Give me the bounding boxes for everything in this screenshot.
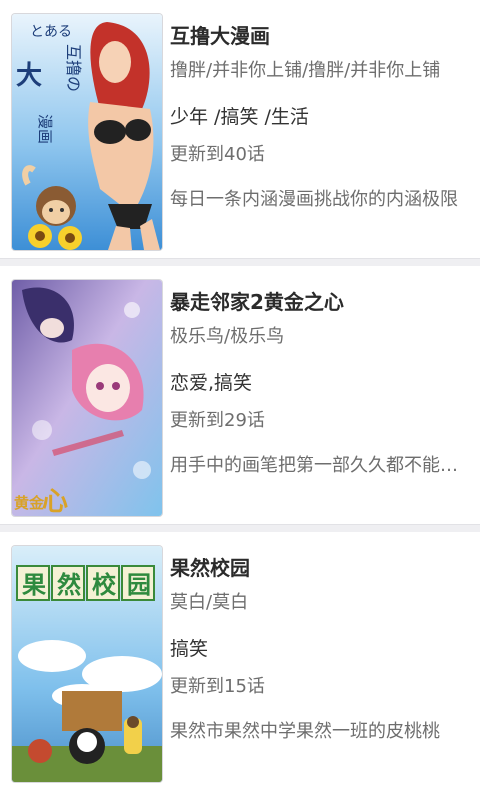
comic-description: 果然市果然中学果然一班的皮桃桃 — [170, 721, 440, 742]
cover-title-text: 果 — [22, 571, 46, 599]
comic-tags: 恋爱,搞笑 — [170, 372, 253, 394]
cover-title-text: 校 — [92, 571, 117, 599]
cover-title-text: 大 — [16, 61, 42, 91]
cover-title-text: 漫画 — [36, 114, 54, 144]
comic-cover[interactable]: 果 然 校 园 — [12, 546, 162, 782]
comic-cover[interactable]: とある 互撸の 大 漫画 — [12, 14, 162, 250]
cover-title-text: とある — [30, 24, 72, 40]
comic-list: とある 互撸の 大 漫画 互撸大漫画 撸胖/并非你上铺/撸胖/并非你上铺 少年 … — [0, 0, 480, 800]
cover-title-text: 互撸の — [64, 44, 83, 92]
cover-title-text: 然 — [57, 571, 81, 599]
comic-update-status: 更新到15话 — [170, 676, 265, 697]
comic-card[interactable]: とある 互撸の 大 漫画 互撸大漫画 撸胖/并非你上铺/撸胖/并非你上铺 少年 … — [0, 0, 480, 258]
comic-title[interactable]: 暴走邻家2黄金之心 — [170, 286, 470, 315]
comic-cover[interactable]: 黄金 心 — [12, 280, 162, 516]
comic-card[interactable]: 黄金 心 暴走邻家2黄金之心 极乐鸟/极乐鸟 恋爱,搞笑 更新到29话 用手中的… — [0, 266, 480, 524]
comic-title[interactable]: 互撸大漫画 — [170, 20, 470, 49]
comic-author: 莫白/莫白 — [170, 592, 249, 613]
comic-tags: 搞笑 — [170, 638, 209, 660]
comic-author: 撸胖/并非你上铺/撸胖/并非你上铺 — [170, 60, 441, 81]
comic-description: 用手中的画笔把第一部久久都不能忘怀 — [170, 455, 466, 476]
cover-title-text: 心 — [42, 487, 68, 516]
comic-update-status: 更新到40话 — [170, 144, 265, 165]
comic-title[interactable]: 果然校园 — [170, 552, 470, 581]
cover-title-text: 黄金 — [14, 494, 45, 512]
comic-update-status: 更新到29话 — [170, 410, 265, 431]
comic-card[interactable]: 果 然 校 园 果然校园 莫白/莫白 搞笑 更新到15话 果然市果然中学果然一班… — [0, 532, 480, 800]
comic-tags: 少年 /搞笑 /生活 — [170, 106, 309, 128]
cover-title-text: 园 — [127, 571, 151, 599]
comic-author: 极乐鸟/极乐鸟 — [170, 326, 285, 347]
comic-description: 每日一条内涵漫画挑战你的内涵极限 — [170, 189, 458, 210]
